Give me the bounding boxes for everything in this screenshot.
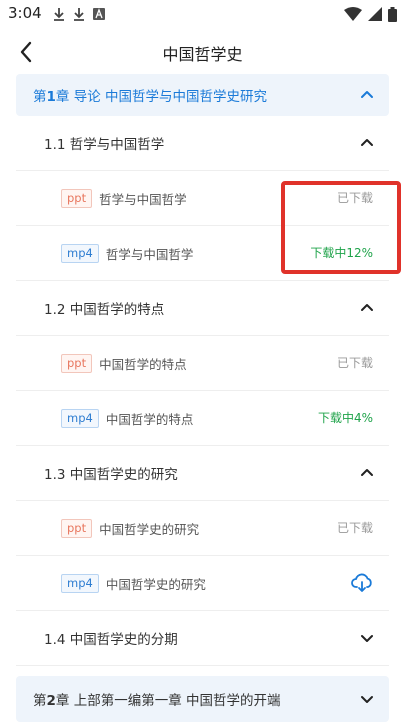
page-title: 中国哲学史 xyxy=(162,45,243,64)
download-icon xyxy=(52,6,66,22)
mp4-badge: mp4 xyxy=(61,243,99,263)
chapter-title: 第2章 上部第一编第一章 中国哲学的开端 xyxy=(33,693,281,709)
font-icon xyxy=(92,6,106,22)
chevron-up-icon xyxy=(361,469,373,476)
section-1-3[interactable]: 1.3 中国哲学史的研究 xyxy=(16,446,389,501)
cloud-download-icon[interactable] xyxy=(351,572,373,594)
item-name: 哲学与中国哲学 xyxy=(105,246,194,262)
list-item[interactable]: mp4 中国哲学史的研究 xyxy=(16,556,389,611)
section-1-2[interactable]: 1.2 中国哲学的特点 xyxy=(16,281,389,336)
mp4-badge: mp4 xyxy=(61,573,99,593)
item-name: 哲学与中国哲学 xyxy=(99,191,187,207)
chevron-up-icon xyxy=(361,139,373,146)
ppt-badge: ppt xyxy=(61,353,93,373)
signal-icon xyxy=(368,6,382,22)
item-name: 中国哲学的特点 xyxy=(105,411,194,427)
chapter-1-header[interactable]: 第1章 导论 中国哲学与中国哲学史研究 xyxy=(16,74,389,116)
item-name: 中国哲学史的研究 xyxy=(99,521,200,537)
highlight-box xyxy=(281,181,401,274)
section-title: 1.2 中国哲学的特点 xyxy=(44,302,165,318)
list-item[interactable]: ppt 中国哲学的特点 已下载 xyxy=(16,336,389,391)
download-icon xyxy=(72,6,86,22)
section-title: 1.3 中国哲学史的研究 xyxy=(44,467,178,483)
chevron-up-icon xyxy=(361,91,373,98)
ppt-badge: ppt xyxy=(61,188,93,208)
ppt-badge: ppt xyxy=(61,518,93,538)
chapter-2-header[interactable]: 第2章 上部第一编第一章 中国哲学的开端 xyxy=(16,676,389,722)
wifi-icon xyxy=(344,6,362,22)
chapter-title: 第1章 导论 中国哲学与中国哲学史研究 xyxy=(33,89,267,105)
download-status: 已下载 xyxy=(336,356,373,370)
section-title: 1.1 哲学与中国哲学 xyxy=(44,137,165,153)
chevron-down-icon xyxy=(361,696,373,703)
chevron-down-icon xyxy=(361,635,373,642)
battery-icon xyxy=(388,6,397,22)
list-item[interactable]: ppt 中国哲学史的研究 已下载 xyxy=(16,501,389,556)
section-1-4[interactable]: 1.4 中国哲学史的分期 xyxy=(16,611,389,666)
status-bar: 3:04 xyxy=(0,0,405,30)
course-outline: 第1章 导论 中国哲学与中国哲学史研究 1.1 哲学与中国哲学 ppt 哲学与中… xyxy=(16,74,389,722)
item-name: 中国哲学的特点 xyxy=(99,356,187,372)
chevron-up-icon xyxy=(361,304,373,311)
download-status: 已下载 xyxy=(336,521,373,535)
download-progress: 下载中4% xyxy=(317,411,373,425)
section-title: 1.4 中国哲学史的分期 xyxy=(44,632,178,648)
item-name: 中国哲学史的研究 xyxy=(105,576,206,592)
status-time: 3:04 xyxy=(8,4,42,22)
header: 中国哲学史 xyxy=(0,30,405,74)
section-1-1[interactable]: 1.1 哲学与中国哲学 xyxy=(16,116,389,171)
list-item[interactable]: mp4 中国哲学的特点 下载中4% xyxy=(16,391,389,446)
mp4-badge: mp4 xyxy=(61,408,99,428)
